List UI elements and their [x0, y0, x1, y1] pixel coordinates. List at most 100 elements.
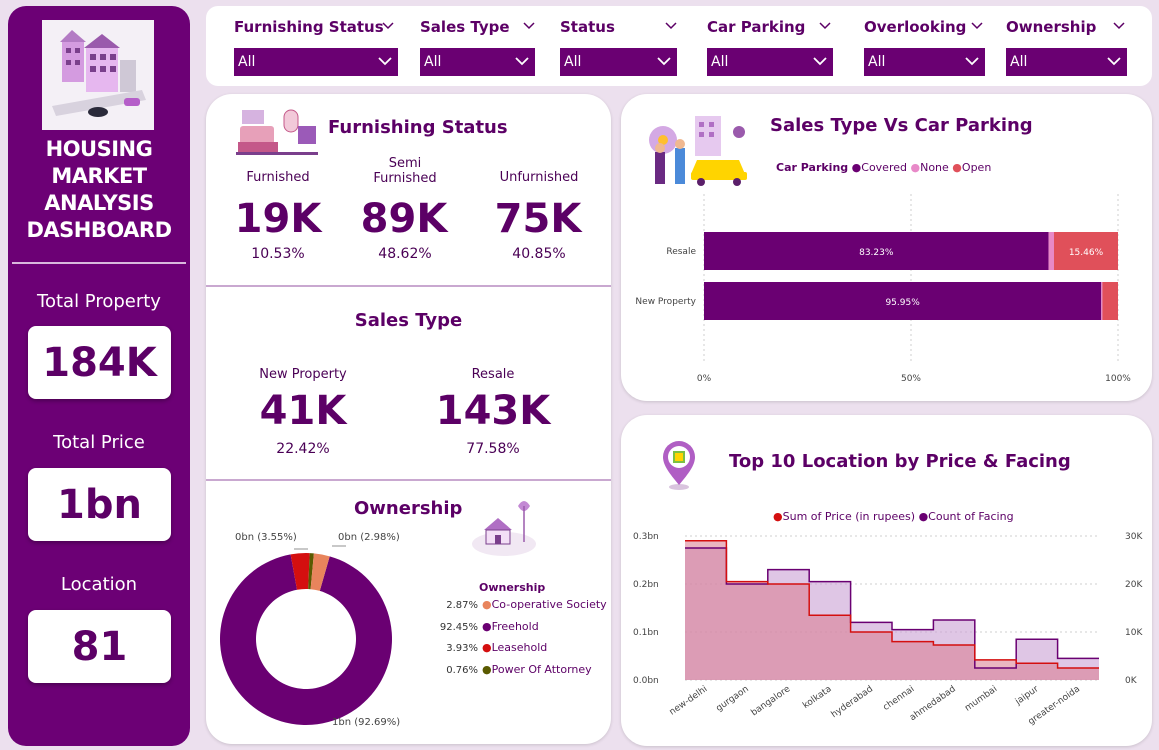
semi-furnished-label-line: Furnished — [373, 171, 437, 186]
filter-furnishing-status: Furnishing Status All — [234, 18, 398, 76]
semi-furnished-pct: 48.62% — [378, 246, 432, 262]
legend-dot: ● — [482, 598, 492, 611]
house-illustration-icon — [472, 501, 536, 556]
filter-car-parking: Car Parking All — [707, 18, 833, 76]
new-property-pct: 22.42% — [276, 441, 330, 457]
legend-name: Freehold — [491, 619, 539, 633]
title-line: DASHBOARD — [26, 218, 172, 242]
filter-dropdown[interactable]: All — [707, 48, 833, 76]
x-category-label: ahmedabad — [908, 684, 958, 723]
filter-value: All — [564, 54, 582, 70]
ownership-donut-chart — [220, 545, 392, 725]
filter-value: All — [424, 54, 442, 70]
furnishing-status-title: Furnishing Status — [328, 117, 508, 138]
unfurnished-value: 75K — [494, 196, 582, 242]
legend-item-covered: ●Covered — [851, 161, 907, 174]
chevron-down-icon — [1107, 57, 1121, 66]
unfurnished-label: Unfurnished — [499, 170, 579, 185]
legend-item-none: ●None — [910, 161, 949, 174]
top-location-card: Top 10 Location by Price & Facing ●Sum o… — [621, 415, 1152, 746]
semi-furnished-label: Semi Furnished — [358, 156, 452, 186]
furnished-label: Furnished — [246, 170, 310, 185]
y-left-tick-label: 0.2bn — [633, 580, 659, 590]
bar-segment-open[interactable] — [1102, 282, 1118, 320]
ownership-legend-item: 3.93% ●Leasehold — [432, 641, 612, 654]
filter-dropdown[interactable]: All — [560, 48, 677, 76]
ownership-legend-item: 0.76% ●Power Of Attorney — [432, 663, 612, 676]
donut-label-top-left: 0bn (3.55%) — [235, 532, 297, 543]
chevron-down-icon[interactable] — [971, 20, 983, 32]
semi-furnished-label-line: Semi — [388, 156, 422, 171]
kpi-card-total-property: 184K — [28, 326, 171, 399]
filter-value: All — [238, 54, 256, 70]
y-left-tick-label: 0.1bn — [633, 628, 659, 638]
y-left-tick-label: 0.0bn — [633, 676, 659, 686]
chevron-down-icon — [965, 57, 979, 66]
legend-dot: ● — [482, 662, 492, 676]
chevron-down-icon — [515, 57, 529, 66]
filter-label: Sales Type — [420, 18, 510, 36]
x-category-label: mumbai — [963, 684, 999, 713]
resale-pct: 77.58% — [466, 441, 520, 457]
ownership-title: Ownership — [354, 498, 463, 519]
filter-dropdown[interactable]: All — [1006, 48, 1127, 76]
ownership-legend-title: Ownership — [479, 581, 546, 594]
filter-label: Furnishing Status — [234, 18, 384, 36]
housing-logo-image — [42, 20, 154, 130]
chevron-down-icon[interactable] — [665, 20, 677, 32]
legend-dot: ● — [482, 619, 492, 633]
kpi-label-total-price: Total Price — [53, 432, 145, 453]
title-line: HOUSING — [45, 137, 153, 161]
filter-ownership: Ownership All — [1006, 18, 1127, 76]
kpi-label-total-property: Total Property — [37, 291, 161, 312]
chevron-down-icon[interactable] — [1113, 20, 1125, 32]
filter-value: All — [711, 54, 729, 70]
x-category-label: chennai — [882, 684, 917, 713]
filter-dropdown[interactable]: All — [234, 48, 398, 76]
filter-dropdown[interactable]: All — [420, 48, 535, 76]
bar-segment-none[interactable] — [1048, 232, 1054, 270]
legend-name: Power Of Attorney — [491, 662, 592, 676]
bar-data-label: 83.23% — [859, 248, 894, 258]
x-category-label: new-delhi — [668, 684, 710, 717]
filter-bar: Furnishing Status All Sales Type All Sta… — [206, 6, 1152, 86]
chevron-down-icon[interactable] — [382, 20, 394, 32]
resale-label: Resale — [471, 367, 515, 382]
bar-category-label: Resale — [666, 247, 696, 257]
filter-overlooking: Overlooking All — [864, 18, 985, 76]
filter-value: All — [868, 54, 886, 70]
sidebar: HOUSING MARKET ANALYSIS DASHBOARD Total … — [8, 6, 190, 746]
bar-segment-none[interactable] — [1101, 282, 1103, 320]
y-right-tick-label: 30K — [1125, 532, 1143, 542]
filter-label: Car Parking — [707, 18, 806, 36]
new-property-label: New Property — [259, 367, 347, 382]
chevron-down-icon[interactable] — [819, 20, 831, 32]
chevron-down-icon[interactable] — [523, 20, 535, 32]
y-left-tick-label: 0.3bn — [633, 532, 659, 542]
filter-dropdown[interactable]: All — [864, 48, 985, 76]
section-divider — [206, 479, 611, 481]
sales-vs-parking-card: Sales Type Vs Car Parking Car Parking ●C… — [621, 94, 1152, 401]
bar-data-label: 95.95% — [885, 298, 920, 308]
legend-label: Open — [961, 161, 992, 174]
semi-furnished-value: 89K — [360, 196, 448, 242]
sales-type-title: Sales Type — [354, 310, 463, 331]
filter-sales-type: Sales Type All — [420, 18, 535, 76]
section-divider — [206, 285, 611, 287]
kpi-breakdown-card: Furnishing Status Furnished 19K 10.53% S… — [206, 94, 611, 744]
x-category-label: gurgaon — [714, 684, 750, 714]
furnished-value: 19K — [234, 196, 322, 242]
legend-pct: 3.93% — [446, 643, 478, 654]
furnished-pct: 10.53% — [251, 246, 305, 262]
filter-label: Overlooking — [864, 18, 967, 36]
legend-label: None — [920, 161, 949, 174]
top-location-title: Top 10 Location by Price & Facing — [729, 451, 1071, 472]
kpi-card-location: 81 — [28, 610, 171, 683]
chevron-down-icon — [378, 57, 392, 66]
legend-pct: 2.87% — [446, 600, 478, 611]
legend-pct: 92.45% — [439, 621, 478, 633]
parking-illustration-icon — [649, 116, 747, 186]
location-pin-icon — [663, 441, 695, 490]
x-category-label: hyderabad — [830, 684, 875, 720]
bar-data-label: 15.46% — [1069, 248, 1104, 258]
